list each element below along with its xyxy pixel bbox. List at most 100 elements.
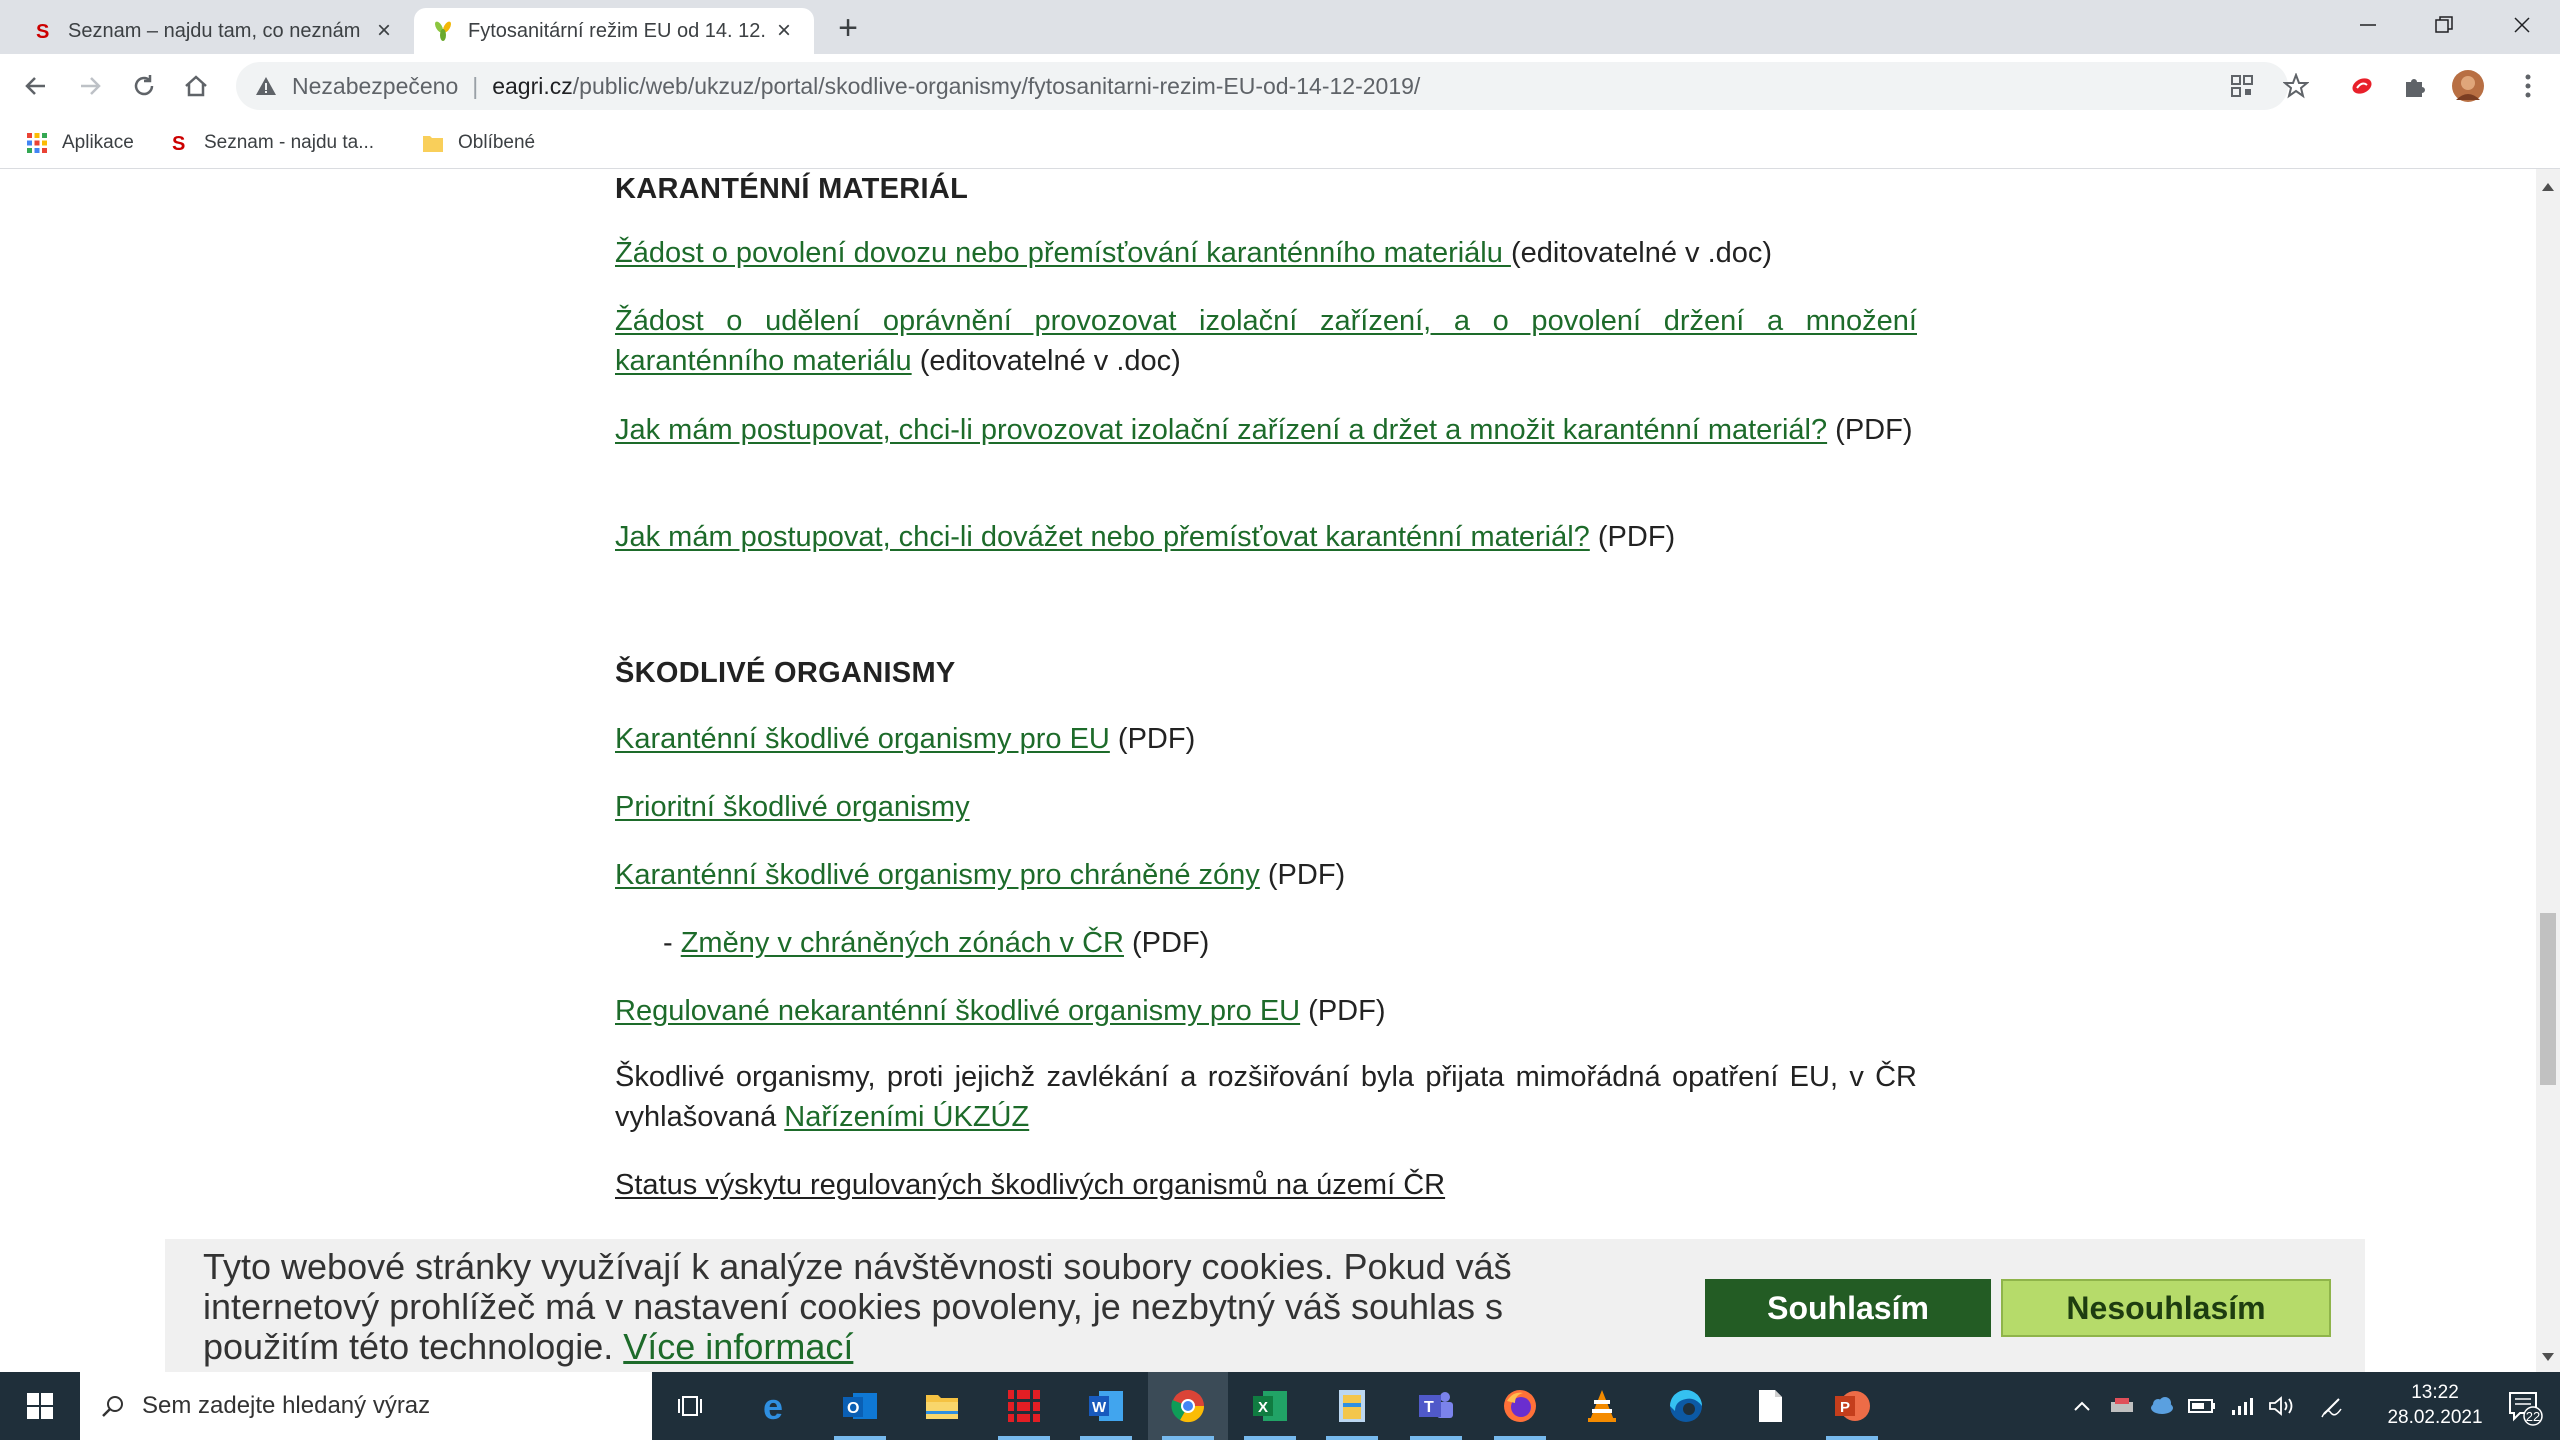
folder-icon [422,132,444,154]
link-import-permit-request[interactable]: Žádost o povolení dovozu nebo přemísťová… [615,237,1511,269]
clock-date: 28.02.2021 [2387,1407,2483,1428]
forward-arrow-icon[interactable] [72,68,108,104]
svg-text:P: P [1840,1399,1850,1416]
volume-icon[interactable] [2264,1372,2300,1440]
bookmark-label: Oblíbené [458,132,536,153]
format-note: (PDF) [1827,414,1913,446]
svg-text:O: O [847,1400,859,1417]
powerpoint-icon[interactable]: P [1812,1372,1892,1440]
link-ukzuz-regulations[interactable]: Nařízeními ÚKZÚZ [784,1101,1029,1133]
bookmark-seznam[interactable]: S Seznam - najdu ta... [168,128,374,158]
section-heading-harmful-organisms: ŠKODLIVÉ ORGANISMY [615,657,956,689]
back-arrow-icon[interactable] [18,68,54,104]
tab-title: Fytosanitární režim EU od 14. 12. [468,19,766,42]
minimize-button[interactable] [2330,0,2406,50]
extensions-puzzle-icon[interactable] [2396,68,2432,104]
vlc-icon[interactable] [1562,1372,1642,1440]
tab-seznam[interactable]: S Seznam – najdu tam, co neznám × [14,8,414,54]
close-icon[interactable]: × [772,17,796,44]
outlook-icon[interactable]: O [820,1372,900,1440]
format-note: (editovatelné v .doc) [911,345,1181,377]
cookie-consent-bar: Tyto webové stránky využívají k analýze … [165,1239,2365,1372]
tray-app-icon[interactable] [2104,1372,2140,1440]
red-app-icon[interactable] [984,1372,1064,1440]
security-label[interactable]: Nezabezpečeno [292,73,458,100]
list-item: Regulované nekaranténní škodlivé organis… [615,991,1917,1031]
section-heading-quarantine-material: KARANTÉNNÍ MATERIÁL [615,173,969,205]
task-view-icon[interactable] [652,1372,732,1440]
extension-red-icon[interactable] [2344,68,2380,104]
chrome-icon[interactable] [1148,1372,1228,1440]
close-window-button[interactable] [2484,0,2560,50]
scroll-down-arrow-icon[interactable] [2542,1353,2554,1361]
warning-triangle-icon[interactable] [254,73,280,99]
menu-dots-icon[interactable] [2510,68,2546,104]
new-tab-button[interactable]: + [830,9,866,47]
eagri-leaf-icon [432,20,454,42]
home-icon[interactable] [178,68,214,104]
link-isolation-facility-request[interactable]: Žádost o udělení oprávnění provozovat iz… [615,305,1917,377]
edge-legacy-icon[interactable]: e [738,1372,818,1440]
bookmark-apps[interactable]: Aplikace [26,128,134,158]
taskbar-clock[interactable]: 13:22 28.02.2021 [2380,1380,2490,1430]
chevron-up-icon[interactable] [2064,1372,2100,1440]
close-icon[interactable]: × [372,17,396,44]
link-isolation-facility-howto[interactable]: Jak mám postupovat, chci-li provozovat i… [615,414,1827,446]
notification-count: 22 [2526,1409,2540,1424]
bookmark-folder-oblibene[interactable]: Oblíbené [422,128,535,158]
star-bookmark-icon[interactable] [2278,68,2314,104]
cookie-agree-button[interactable]: Souhlasím [1705,1279,1991,1337]
bookmark-label: Aplikace [62,132,134,153]
url-path: /public/web/ukzuz/portal/skodlive-organi… [572,72,1421,99]
address-bar[interactable]: Nezabezpečeno | eagri.cz/public/web/ukzu… [236,62,2288,110]
qr-code-icon[interactable] [2224,68,2260,104]
cookie-more-info-link[interactable]: Více informací [623,1326,853,1367]
onedrive-cloud-icon[interactable] [2144,1372,2180,1440]
bookmarks-bar: Aplikace S Seznam - najdu ta... Oblíbené [0,118,2560,169]
scrollbar-thumb[interactable] [2540,913,2556,1085]
pen-ink-icon[interactable] [2312,1372,2352,1440]
tab-strip: S Seznam – najdu tam, co neznám × Fytosa… [0,0,2560,54]
link-pest-occurrence-status[interactable]: Status výskytu regulovaných škodlivých o… [615,1169,1445,1201]
clock-time: 13:22 [2411,1382,2459,1403]
file-explorer-icon[interactable] [902,1372,982,1440]
firefox-icon[interactable] [1480,1372,1560,1440]
list-item: Karanténní škodlivé organismy pro EU (PD… [615,719,1917,759]
link-protected-zone-changes[interactable]: Změny v chráněných zónách v ČR [681,927,1124,959]
link-quarantine-pests-eu[interactable]: Karanténní škodlivé organismy pro EU [615,723,1110,755]
edge-icon[interactable] [1646,1372,1726,1440]
windows-start-icon[interactable] [0,1372,80,1440]
svg-text:X: X [1258,1399,1268,1416]
list-item: Jak mám postupovat, chci-li dovážet nebo… [615,517,1917,557]
tab-title: Seznam – najdu tam, co neznám [68,19,361,42]
restore-button[interactable] [2406,0,2482,50]
bookmark-label: Seznam - najdu ta... [204,132,375,153]
link-regulated-non-quarantine-pests[interactable]: Regulované nekaranténní škodlivé organis… [615,995,1300,1027]
notepad-app-icon[interactable] [1312,1372,1392,1440]
emergency-measures-text: Škodlivé organismy, proti jejichž zavlék… [615,1057,1917,1137]
taskbar-search-box[interactable]: Sem zadejte hledaný výraz [80,1372,652,1440]
list-item: Karanténní škodlivé organismy pro chráně… [615,855,1917,895]
reload-icon[interactable] [126,68,162,104]
excel-icon[interactable]: X [1230,1372,1310,1440]
link-priority-pests[interactable]: Prioritní škodlivé organismy [615,791,970,823]
cookie-text: Tyto webové stránky využívají k analýze … [203,1246,1512,1367]
profile-avatar[interactable] [2450,68,2486,104]
link-import-howto[interactable]: Jak mám postupovat, chci-li dovážet nebo… [615,521,1590,553]
page-scrollbar[interactable] [2536,169,2560,1372]
scroll-up-arrow-icon[interactable] [2542,183,2554,191]
notification-center-icon[interactable]: 22 [2494,1372,2554,1440]
link-protected-zone-pests[interactable]: Karanténní škodlivé organismy pro chráně… [615,859,1260,891]
file-icon[interactable] [1730,1372,1810,1440]
teams-icon[interactable]: T [1396,1372,1476,1440]
tab-eagri[interactable]: Fytosanitární režim EU od 14. 12. × [414,8,814,54]
word-icon[interactable]: W [1066,1372,1146,1440]
svg-text:W: W [1092,1399,1107,1416]
format-note: (PDF) [1589,521,1676,553]
network-signal-icon[interactable] [2224,1372,2260,1440]
apps-grid-icon [26,132,48,154]
page-content: KARANTÉNNÍ MATERIÁL Žádost o povolení do… [0,169,2536,1372]
cookie-disagree-button[interactable]: Nesouhlasím [2001,1279,2331,1337]
battery-icon[interactable] [2184,1372,2220,1440]
dash-prefix: - [663,927,681,959]
